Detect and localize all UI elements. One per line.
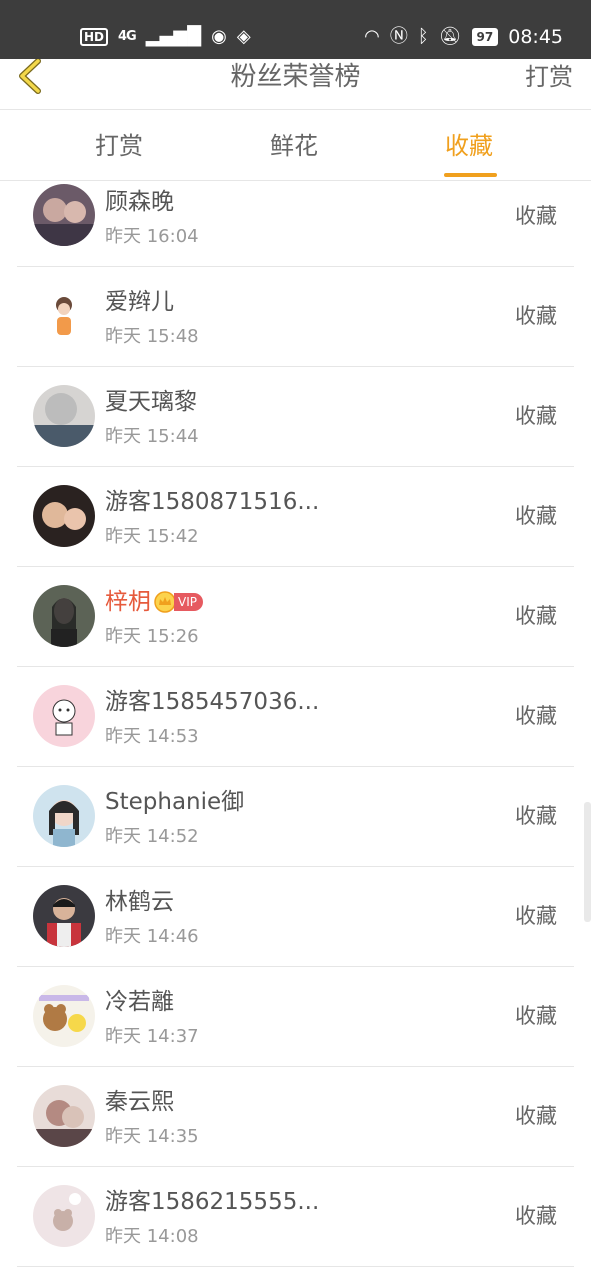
vip-badge: VIP <box>174 593 203 611</box>
avatar[interactable] <box>33 1185 95 1247</box>
list-item[interactable]: 夏天璃黎 昨天 15:44 收藏 <box>17 367 574 467</box>
app-notification-icon: ◈ <box>236 25 251 47</box>
list-item[interactable]: Stephanie御 昨天 14:52 收藏 <box>17 767 574 867</box>
favorite-time: 昨天 14:53 <box>105 726 199 747</box>
mute-icon: 🔕︎ <box>438 25 462 47</box>
list-item[interactable]: 冷若離 昨天 14:37 收藏 <box>17 967 574 1067</box>
avatar[interactable] <box>33 485 95 547</box>
favorite-time: 昨天 14:52 <box>105 826 199 847</box>
reward-button[interactable]: 打赏 <box>525 59 573 95</box>
user-name: Stephanie御 <box>105 789 245 815</box>
active-tab-indicator <box>444 173 497 177</box>
title-bar: 粉丝荣誉榜 打赏 <box>0 58 591 110</box>
user-name-text: 梓枂 <box>105 589 151 615</box>
avatar[interactable] <box>33 785 95 847</box>
user-name: 秦云熙 <box>105 1089 174 1115</box>
list-item[interactable]: 秦云熙 昨天 14:35 收藏 <box>17 1067 574 1167</box>
favorite-time: 昨天 15:44 <box>105 426 199 447</box>
favorite-time: 昨天 14:37 <box>105 1026 199 1047</box>
tab-bar: 打赏 鲜花 收藏 <box>0 111 591 181</box>
bluetooth-icon: ᛒ <box>417 25 429 47</box>
page-title: 粉丝荣誉榜 <box>230 62 361 92</box>
avatar[interactable] <box>33 184 95 246</box>
favorite-label: 收藏 <box>515 1104 557 1128</box>
crown-icon <box>154 591 176 613</box>
list-item[interactable]: 林鹤云 昨天 14:46 收藏 <box>17 867 574 967</box>
list-item[interactable]: 游客1585457036... 昨天 14:53 收藏 <box>17 667 574 767</box>
user-name: 夏天璃黎 <box>105 389 197 415</box>
signal-icon: ▂▄▆█ <box>145 25 202 47</box>
tab-favorites[interactable]: 收藏 <box>445 129 493 163</box>
user-name: 林鹤云 <box>105 889 174 915</box>
favorite-time: 昨天 15:26 <box>105 626 199 647</box>
tab-reward[interactable]: 打赏 <box>95 129 143 163</box>
favorite-time: 昨天 14:35 <box>105 1126 199 1147</box>
list-item[interactable]: 顾森晚 昨天 16:04 收藏 <box>17 181 574 267</box>
favorite-label: 收藏 <box>515 604 557 628</box>
favorite-label: 收藏 <box>515 1004 557 1028</box>
favorite-label: 收藏 <box>515 904 557 928</box>
favorite-label: 收藏 <box>515 504 557 528</box>
favorite-time: 昨天 14:46 <box>105 926 199 947</box>
status-left: HD 4G ▂▄▆█ ◉ ◈ <box>80 25 251 47</box>
favorite-label: 收藏 <box>515 804 557 828</box>
favorite-label: 收藏 <box>515 204 557 228</box>
network-label: 4G <box>118 29 137 44</box>
list-item[interactable]: 游客1586215555... 昨天 14:08 收藏 <box>17 1167 574 1267</box>
user-name: 爱辫儿 <box>105 289 174 315</box>
user-name: 游客1580871516... <box>105 489 320 515</box>
status-bar: HD 4G ▂▄▆█ ◉ ◈ ◠ Ⓝ ᛒ 🔕︎ 97 08:45 <box>0 0 591 59</box>
favorite-label: 收藏 <box>515 704 557 728</box>
battery-level: 97 <box>471 27 499 46</box>
headphones-icon: ◠ <box>364 25 380 47</box>
user-name: 游客1586215555... <box>105 1189 320 1215</box>
status-right: ◠ Ⓝ ᛒ 🔕︎ 97 08:45 <box>364 26 563 48</box>
user-name: 游客1585457036... <box>105 689 320 715</box>
user-name: 冷若離 <box>105 989 174 1015</box>
list-item[interactable]: 爱辫儿 昨天 15:48 收藏 <box>17 267 574 367</box>
favorite-label: 收藏 <box>515 304 557 328</box>
favorite-label: 收藏 <box>515 1204 557 1228</box>
nfc-icon: Ⓝ <box>389 25 408 47</box>
avatar[interactable] <box>33 1085 95 1147</box>
hd-badge: HD <box>80 27 109 46</box>
clock: 08:45 <box>508 25 563 48</box>
qq-icon: ◉ <box>211 25 227 47</box>
avatar[interactable] <box>33 685 95 747</box>
favorite-time: 昨天 15:48 <box>105 326 199 347</box>
tab-flowers[interactable]: 鲜花 <box>270 129 318 163</box>
favorite-time: 昨天 15:42 <box>105 526 199 547</box>
scrollbar[interactable] <box>584 802 591 922</box>
favorite-label: 收藏 <box>515 404 557 428</box>
favorite-time: 昨天 14:08 <box>105 1226 199 1247</box>
avatar[interactable] <box>33 385 95 447</box>
avatar[interactable] <box>33 985 95 1047</box>
user-name: 梓枂 VIP <box>105 587 203 617</box>
favorite-time: 昨天 16:04 <box>105 226 199 247</box>
avatar[interactable] <box>33 287 95 349</box>
list-item[interactable]: 梓枂 VIP 昨天 15:26 收藏 <box>17 567 574 667</box>
fan-list: 顾森晚 昨天 16:04 收藏 爱辫儿 昨天 15:48 收藏 夏天璃黎 昨天 … <box>17 181 574 1267</box>
avatar[interactable] <box>33 885 95 947</box>
user-name: 顾森晚 <box>105 189 174 215</box>
avatar[interactable] <box>33 585 95 647</box>
list-item[interactable]: 游客1580871516... 昨天 15:42 收藏 <box>17 467 574 567</box>
